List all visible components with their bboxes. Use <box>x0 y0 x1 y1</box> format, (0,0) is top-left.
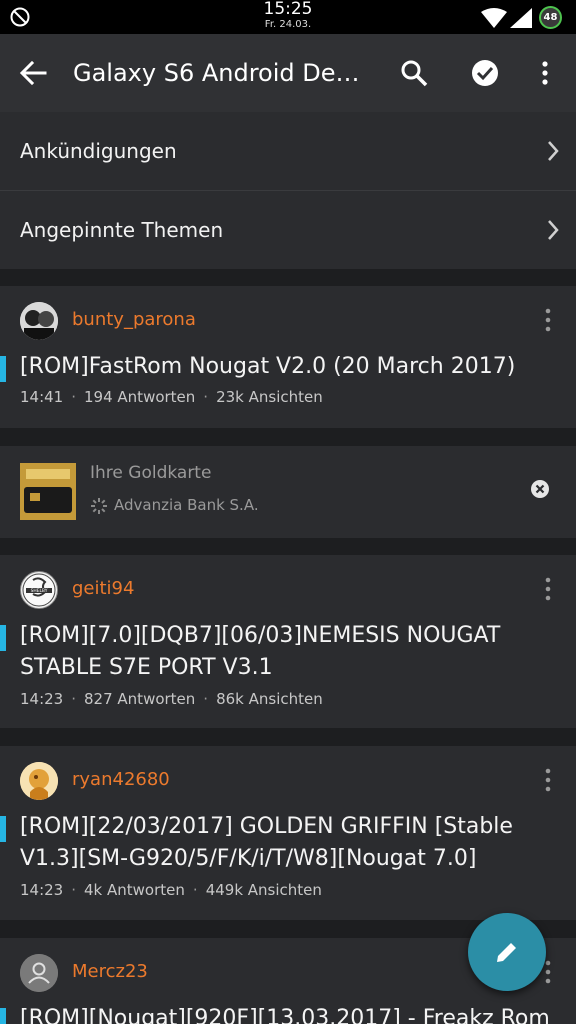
loading-icon <box>91 498 107 514</box>
ad-image <box>20 463 76 520</box>
thread-replies: 4k Antworten <box>84 881 185 899</box>
author-name[interactable]: ryan42680 <box>72 768 170 792</box>
thread-card[interactable]: bunty_parona [ROM]FastRom Nougat V2.0 (2… <box>0 286 576 428</box>
section-label: Ankündigungen <box>20 139 177 163</box>
avatar[interactable] <box>20 954 58 992</box>
ad-title: Ihre Goldkarte <box>90 463 212 483</box>
thread-meta: 14:23 · 827 Antworten · 86k Ansichten <box>20 690 323 708</box>
unread-indicator <box>0 816 6 842</box>
section-announcements[interactable]: Ankündigungen <box>0 112 576 190</box>
thread-title[interactable]: [ROM][Nougat][920F][13.03.2017] - Freakz… <box>20 1003 560 1024</box>
default-avatar-icon <box>20 954 58 992</box>
thread-time: 14:23 <box>20 690 64 708</box>
thread-meta: 14:23 · 4k Antworten · 449k Ansichten <box>20 881 322 899</box>
thread-time: 14:23 <box>20 881 64 899</box>
section-pinned-threads[interactable]: Angepinnte Themen <box>0 191 576 269</box>
more-vert-icon[interactable] <box>538 768 558 792</box>
wifi-icon <box>481 8 507 28</box>
battery-icon: 48 <box>539 6 562 29</box>
check-icon[interactable] <box>470 58 500 88</box>
page-title: Galaxy S6 Android Dev… <box>73 59 373 87</box>
thread-time: 14:41 <box>20 388 64 406</box>
avatar-logo-text: SHELBY <box>31 588 48 594</box>
avatar[interactable] <box>20 302 58 340</box>
thread-card[interactable]: ryan42680 [ROM][22/03/2017] GOLDEN GRIFF… <box>0 746 576 920</box>
search-icon[interactable] <box>399 58 429 88</box>
more-vert-icon[interactable] <box>538 308 558 332</box>
thread-replies: 827 Antworten <box>84 690 196 708</box>
thread-title[interactable]: [ROM][22/03/2017] GOLDEN GRIFFIN [Stable… <box>20 811 560 875</box>
avatar-image: SHELBY <box>22 573 56 607</box>
more-icon[interactable] <box>533 58 557 88</box>
author-name[interactable]: bunty_parona <box>72 308 196 332</box>
avatar-image <box>20 302 58 340</box>
thread-meta: 14:41 · 194 Antworten · 23k Ansichten <box>20 388 323 406</box>
unread-indicator <box>0 356 6 382</box>
avatar[interactable]: SHELBY <box>20 571 58 609</box>
ad-sponsor: Advanzia Bank S.A. <box>114 496 259 514</box>
thread-card[interactable]: SHELBY geiti94 [ROM][7.0][DQB7][06/03]NE… <box>0 555 576 728</box>
thread-title[interactable]: [ROM]FastRom Nougat V2.0 (20 March 2017) <box>20 351 560 383</box>
author-name[interactable]: geiti94 <box>72 577 134 601</box>
thread-title[interactable]: [ROM][7.0][DQB7][06/03]NEMESIS NOUGAT ST… <box>20 620 560 684</box>
avatar[interactable] <box>20 762 58 800</box>
thread-views: 23k Ansichten <box>216 388 323 406</box>
chevron-right-icon <box>548 220 559 240</box>
edit-icon <box>497 940 519 962</box>
author-name[interactable]: Mercz23 <box>72 960 148 984</box>
thread-views: 86k Ansichten <box>216 690 323 708</box>
unread-indicator <box>0 1008 6 1024</box>
ad-card[interactable]: Ihre Goldkarte Advanzia Bank S.A. <box>0 446 576 538</box>
new-post-button[interactable] <box>468 913 546 991</box>
thread-replies: 194 Antworten <box>84 388 196 406</box>
back-icon[interactable] <box>18 58 48 88</box>
chevron-right-icon <box>548 141 559 161</box>
close-icon[interactable] <box>530 479 550 499</box>
unread-indicator <box>0 625 6 651</box>
status-bar: 15:25 Fr. 24.03. 48 <box>0 0 576 34</box>
more-vert-icon[interactable] <box>538 577 558 601</box>
thread-views: 449k Ansichten <box>205 881 322 899</box>
section-label: Angepinnte Themen <box>20 218 224 242</box>
avatar-image <box>20 762 58 800</box>
signal-icon <box>510 8 532 28</box>
app-bar: Galaxy S6 Android Dev… <box>0 34 576 112</box>
